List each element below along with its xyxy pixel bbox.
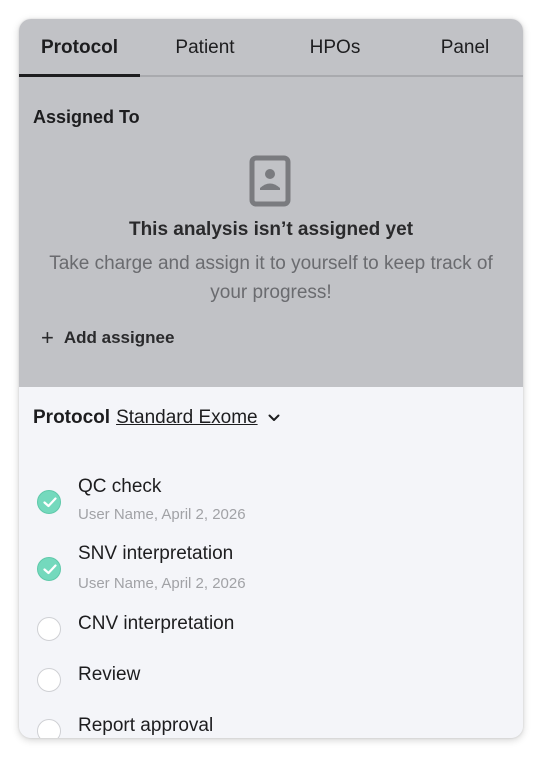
step-status-checkbox[interactable] [37, 557, 61, 581]
tab-panel[interactable]: Panel [400, 19, 523, 77]
chevron-down-icon[interactable] [268, 414, 280, 422]
protocol-panel: Protocol Standard Exome QC check User Na… [19, 387, 523, 738]
tab-bar: Protocol Patient HPOs Panel [19, 19, 523, 77]
step-name: SNV interpretation [78, 543, 234, 564]
assigned-to-title: Assigned To [33, 107, 140, 127]
step-status-checkbox[interactable] [37, 668, 61, 692]
protocol-selector[interactable]: Standard Exome [116, 407, 258, 429]
tab-hpos[interactable]: HPOs [270, 19, 400, 77]
protocol-step-review: Review [37, 652, 507, 692]
protocol-step-cnv-interpretation: CNV interpretation [37, 601, 507, 641]
step-name: Report approval [78, 715, 214, 736]
protocol-step-qc-check: QC check User Name, April 2, 2026 [37, 457, 507, 523]
step-name: QC check [78, 476, 162, 497]
empty-state-description: Take charge and assign it to yourself to… [49, 253, 493, 303]
empty-state-title: This analysis isn’t assigned yet [128, 219, 414, 240]
add-assignee-button[interactable]: + Add assignee [41, 326, 174, 350]
step-name: Review [78, 664, 141, 685]
protocol-card: Protocol Patient HPOs Panel Assigned To … [19, 19, 523, 738]
step-status-checkbox[interactable] [37, 617, 61, 641]
step-meta: User Name, April 2, 2026 [78, 575, 246, 592]
badge-icon [249, 155, 291, 207]
step-status-checkbox[interactable] [37, 719, 61, 738]
protocol-header: Protocol Standard Exome [33, 407, 280, 429]
protocol-step-report-approval: Report approval [37, 703, 507, 738]
tab-protocol[interactable]: Protocol [19, 19, 140, 77]
protocol-label: Protocol [33, 407, 111, 428]
check-icon [43, 564, 57, 575]
add-assignee-label: Add assignee [63, 328, 175, 347]
plus-icon: + [41, 325, 54, 350]
tab-patient[interactable]: Patient [140, 19, 270, 77]
step-meta: User Name, April 2, 2026 [78, 506, 246, 523]
protocol-step-snv-interpretation: SNV interpretation User Name, April 2, 2… [37, 525, 507, 592]
step-status-checkbox[interactable] [37, 490, 61, 514]
step-name: CNV interpretation [78, 613, 235, 634]
check-icon [43, 497, 57, 508]
assigned-overlay-section: Protocol Patient HPOs Panel Assigned To … [19, 19, 523, 387]
